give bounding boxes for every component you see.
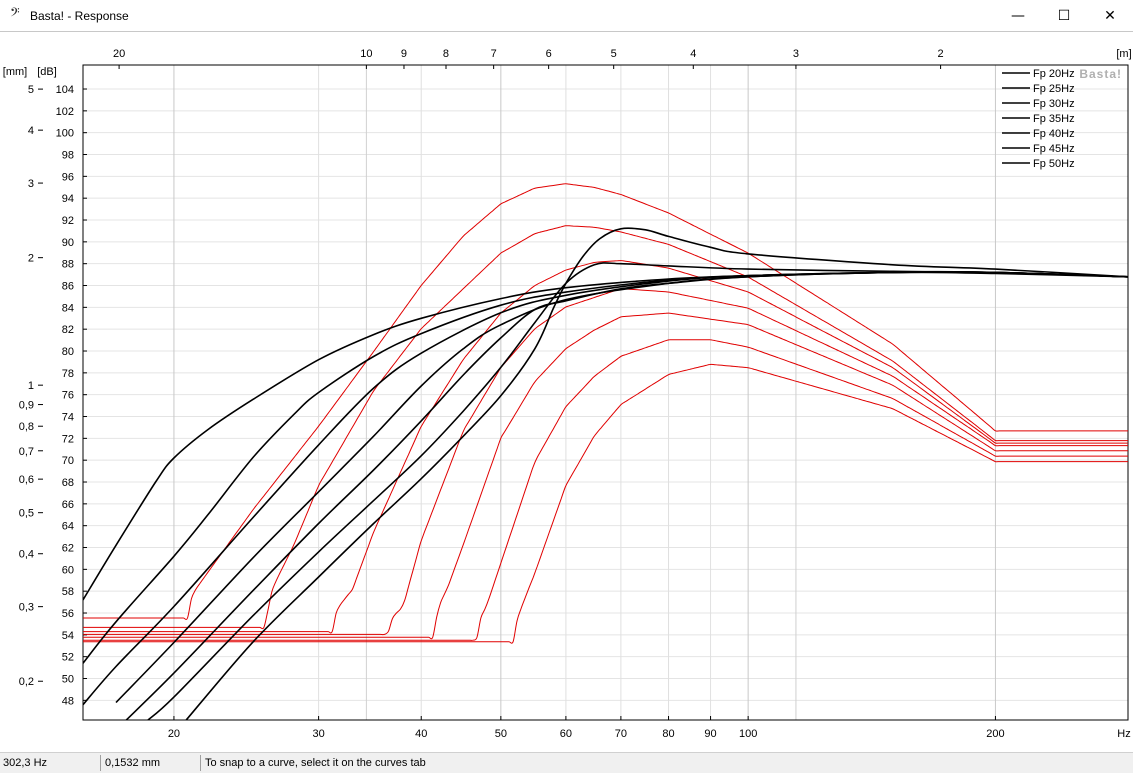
legend-entry: Fp 35Hz	[1033, 113, 1075, 125]
y-tick-label: 80	[62, 346, 74, 358]
y-tick-label: 82	[62, 324, 74, 336]
y-tick-label: 78	[62, 368, 74, 380]
y-tick-label: 104	[56, 84, 74, 96]
wavelength-tick-label: 8	[443, 48, 449, 60]
y-tick-label: 98	[62, 150, 74, 162]
status-excursion: 0,1532 mm	[103, 755, 201, 771]
x-tick-label: 70	[615, 728, 627, 740]
excursion-tick-label: 0,9	[19, 400, 34, 412]
y-tick-label: 64	[62, 521, 74, 533]
y-tick-label: 52	[62, 652, 74, 664]
excursion-tick-label: 0,4	[19, 549, 34, 561]
x-tick-label: 40	[415, 728, 427, 740]
y-axis-label: [dB]	[37, 66, 57, 78]
y-tick-label: 48	[62, 695, 74, 707]
x-tick-label: 60	[560, 728, 572, 740]
plot-area	[83, 65, 1128, 720]
y-tick-label: 72	[62, 433, 74, 445]
wavelength-tick-label: 2	[938, 48, 944, 60]
excursion-tick-label: 0,5	[19, 508, 34, 520]
excursion-tick-label: 1	[28, 380, 34, 392]
legend-entry: Fp 25Hz	[1033, 83, 1075, 95]
response-chart-panel[interactable]: 2030405060708090100200Hz30201098765432[m…	[0, 31, 1133, 752]
y-tick-label: 100	[56, 128, 74, 140]
y-tick-label: 70	[62, 455, 74, 467]
wavelength-tick-label: 6	[546, 48, 552, 60]
excursion-tick-label: 0,3	[19, 602, 34, 614]
maximize-button[interactable]: ☐	[1041, 0, 1087, 31]
legend-entry: Fp 45Hz	[1033, 143, 1075, 155]
y-tick-label: 102	[56, 106, 74, 118]
x-tick-label: 200	[986, 728, 1004, 740]
y-tick-label: 62	[62, 543, 74, 555]
wavelength-tick-label: 20	[113, 48, 125, 60]
wavelength-axis-label: [m]	[1116, 48, 1131, 60]
wavelength-tick-label: 5	[611, 48, 617, 60]
excursion-tick-label: 0,7	[19, 446, 34, 458]
legend-entry: Fp 20Hz	[1033, 68, 1075, 80]
bass-clef-icon: 𝄢	[10, 5, 20, 23]
y-axis-spl: 48 50 52 54 56 58 60 62 64 66 68 70 72 74 76 78 80 82 84 86…	[37, 66, 87, 707]
close-button[interactable]: ✕	[1087, 0, 1133, 31]
y-axis-excursion: 0,2 0,3 0,4 0,5 0,6 0,7 0,8 0,9 1 2 3 4 5[mm]	[3, 66, 43, 688]
x-axis-label: Hz	[1117, 728, 1130, 740]
excursion-axis-label: [mm]	[3, 66, 27, 78]
status-hint: To snap to a curve, select it on the cur…	[205, 757, 426, 769]
y-tick-label: 92	[62, 215, 74, 227]
wavelength-tick-label: 10	[360, 48, 372, 60]
status-frequency: 302,3 Hz	[1, 755, 101, 771]
y-tick-label: 90	[62, 237, 74, 249]
wavelength-tick-label: 3	[793, 48, 799, 60]
status-bar: 302,3 Hz 0,1532 mm To snap to a curve, s…	[0, 752, 1133, 773]
x-tick-label: 50	[495, 728, 507, 740]
wavelength-tick-label: 4	[690, 48, 696, 60]
wavelength-tick-label: 9	[401, 48, 407, 60]
x-tick-label: 20	[168, 728, 180, 740]
excursion-tick-label: 0,8	[19, 421, 34, 433]
legend-entry: Fp 30Hz	[1033, 98, 1075, 110]
x-tick-label: 100	[739, 728, 757, 740]
y-tick-label: 74	[62, 412, 74, 424]
y-tick-label: 54	[62, 630, 74, 642]
title-bar: 𝄢 Basta! - Response — ☐ ✕	[0, 0, 1133, 31]
legend-entry: Fp 50Hz	[1033, 158, 1075, 170]
x-tick-label: 90	[704, 728, 716, 740]
minimize-button[interactable]: —	[995, 0, 1041, 31]
excursion-tick-label: 3	[28, 178, 34, 190]
y-tick-label: 58	[62, 586, 74, 598]
x-tick-label: 30	[312, 728, 324, 740]
y-tick-label: 68	[62, 477, 74, 489]
window-title: Basta! - Response	[30, 9, 129, 23]
legend-entry: Fp 40Hz	[1033, 128, 1075, 140]
y-tick-label: 84	[62, 302, 74, 314]
y-tick-label: 56	[62, 608, 74, 620]
y-tick-label: 96	[62, 171, 74, 183]
excursion-tick-label: 2	[28, 253, 34, 265]
watermark: Basta!	[1079, 67, 1122, 81]
excursion-tick-label: 0,6	[19, 474, 34, 486]
y-tick-label: 76	[62, 390, 74, 402]
x-tick-label: 80	[662, 728, 674, 740]
y-tick-label: 94	[62, 193, 74, 205]
excursion-tick-label: 5	[28, 84, 34, 96]
response-chart[interactable]: 2030405060708090100200Hz30201098765432[m…	[0, 32, 1133, 753]
excursion-tick-label: 0,2	[19, 676, 34, 688]
excursion-tick-label: 4	[28, 125, 34, 137]
y-tick-label: 50	[62, 674, 74, 686]
wavelength-tick-label: 7	[491, 48, 497, 60]
y-tick-label: 86	[62, 281, 74, 293]
y-tick-label: 66	[62, 499, 74, 511]
y-tick-label: 60	[62, 564, 74, 576]
y-tick-label: 88	[62, 259, 74, 271]
